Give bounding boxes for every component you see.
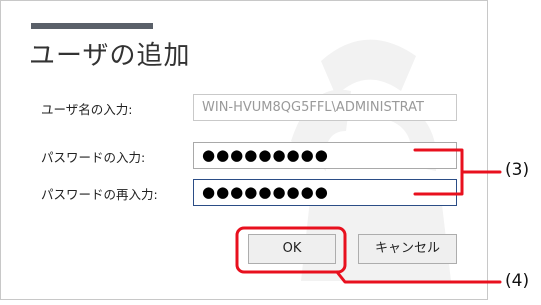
callout-3-label: (3) xyxy=(505,160,530,180)
ok-button-highlight xyxy=(235,226,347,274)
annotation-overlay xyxy=(235,148,502,284)
callout-4-label: (4) xyxy=(505,271,530,291)
bracket-password-fields xyxy=(413,148,464,196)
callout-4-connector xyxy=(335,270,502,284)
